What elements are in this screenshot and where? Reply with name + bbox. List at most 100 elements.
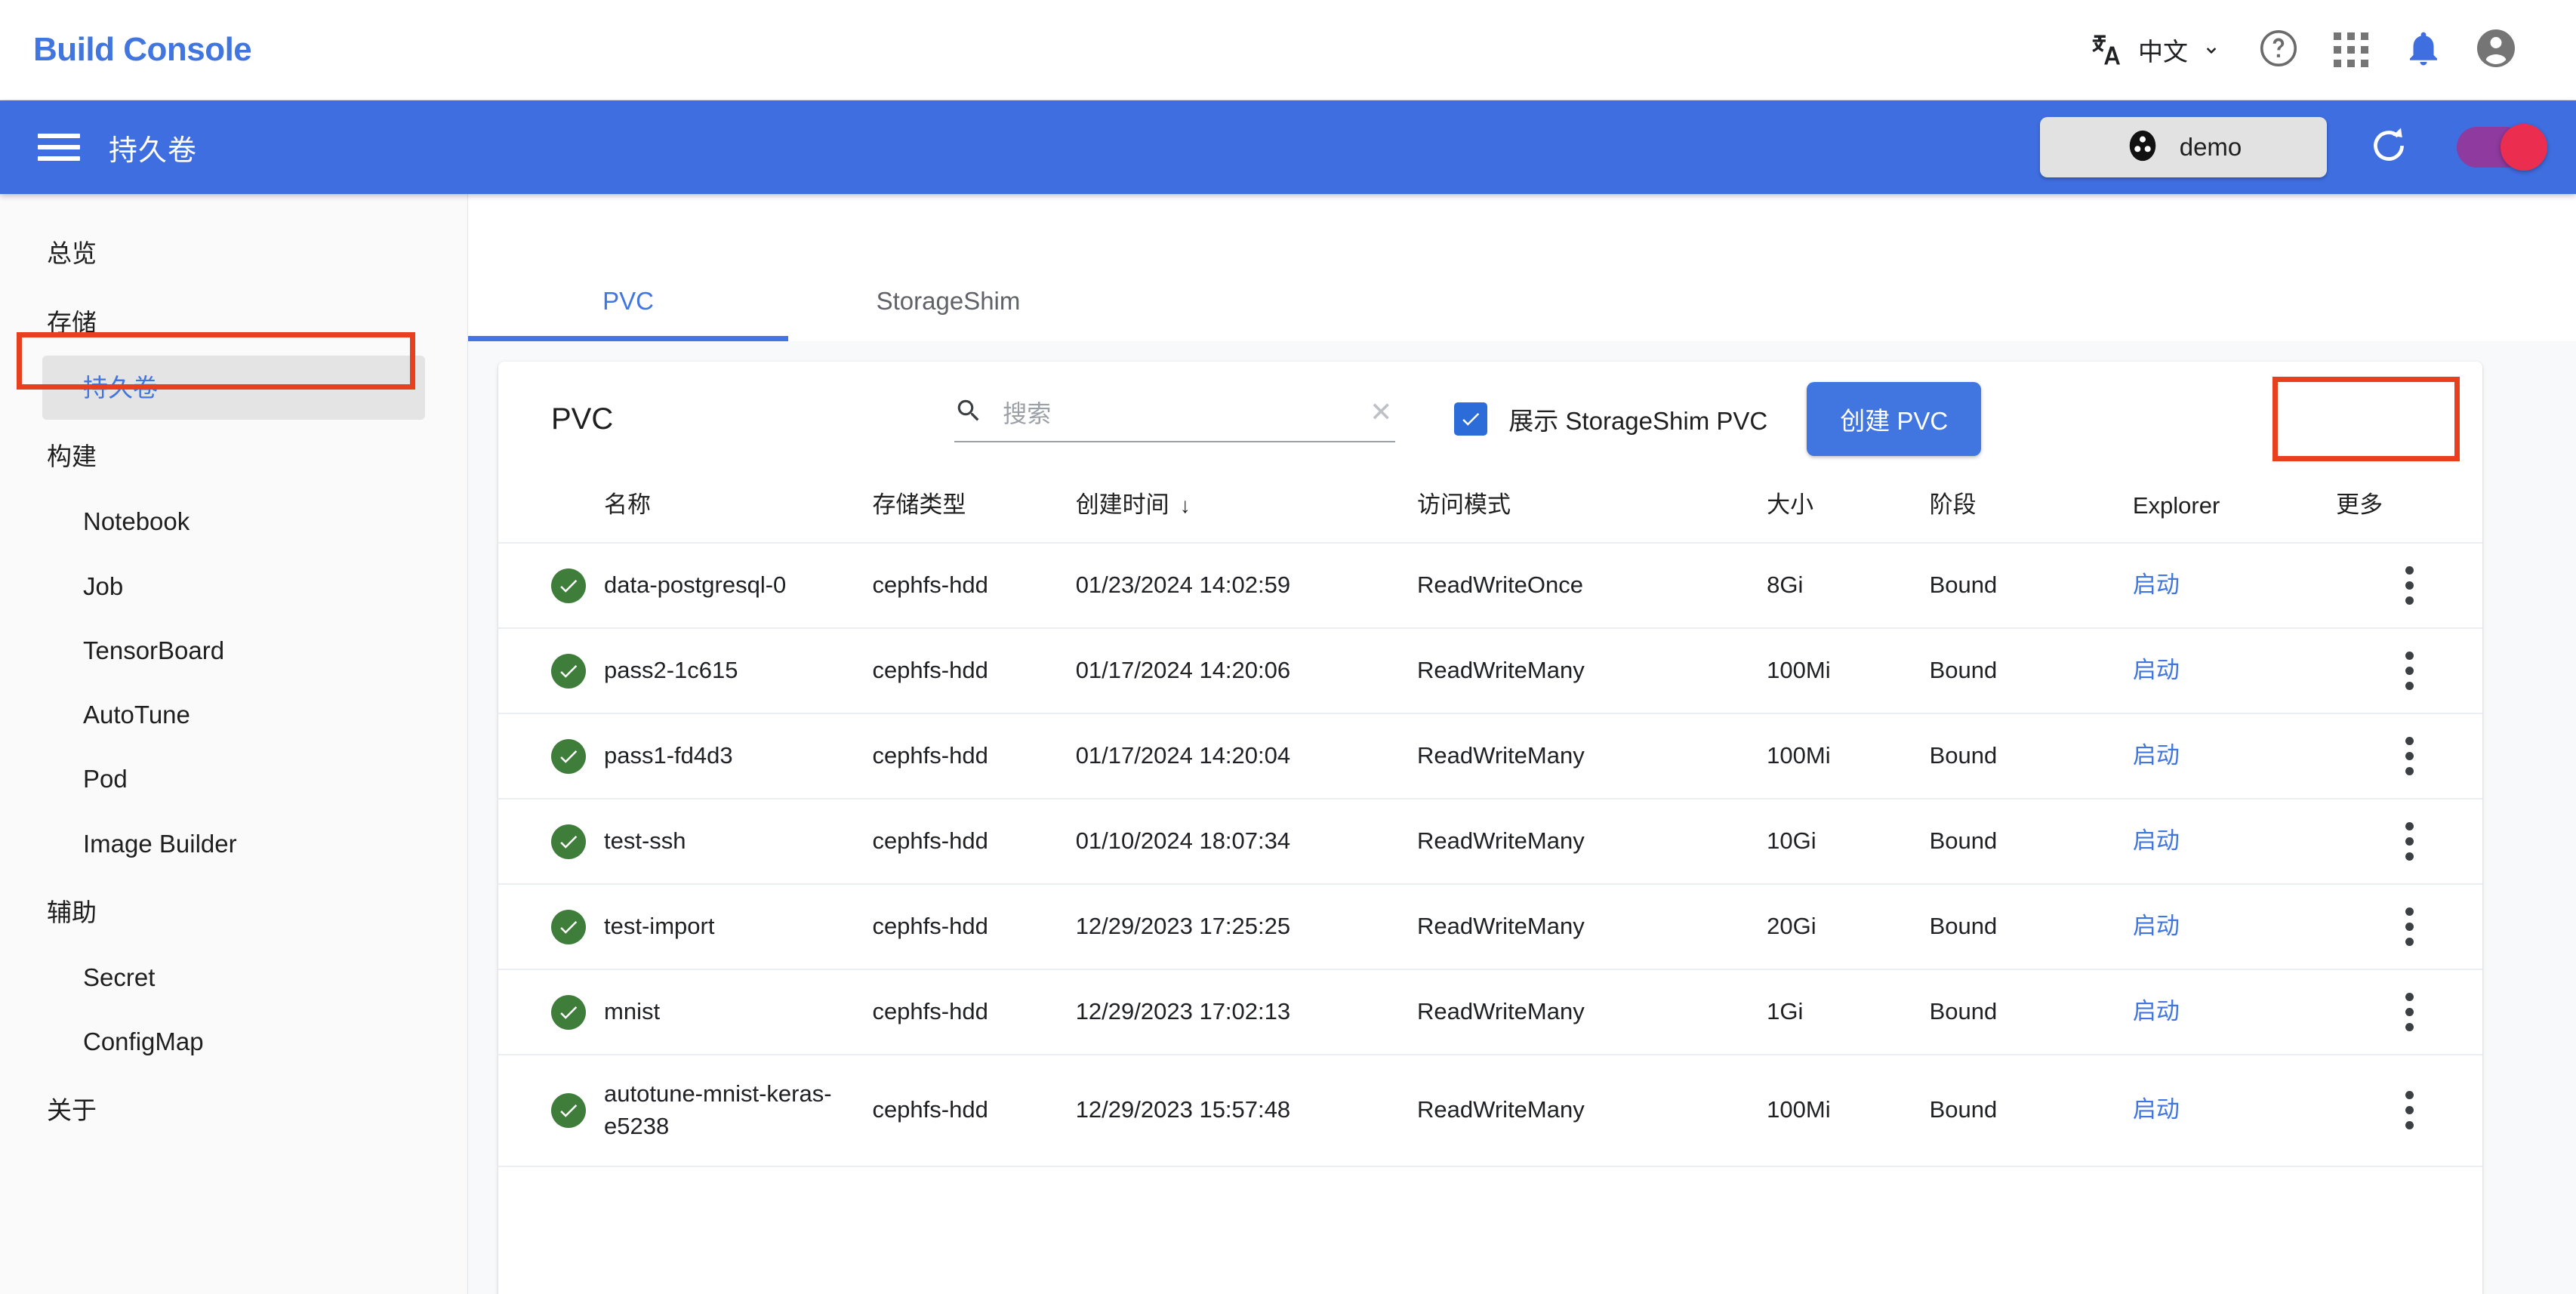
sidebar-item-autotune[interactable]: AutoTune xyxy=(0,682,467,747)
row-more[interactable] xyxy=(2336,628,2482,714)
namespace-selector[interactable]: demo xyxy=(2040,117,2327,177)
explorer-launch-link[interactable]: 启动 xyxy=(2133,742,2180,769)
table-row[interactable]: test-ssh cephfs-hdd 01/10/2024 18:07:34 Rea… xyxy=(498,799,2482,885)
page-toolbar: 持久卷 demo xyxy=(0,100,2576,194)
column-created-time-label: 创建时间 xyxy=(1075,491,1169,518)
row-name[interactable]: test-import xyxy=(604,884,873,970)
row-created-time: 12/29/2023 17:02:13 xyxy=(1075,969,1418,1055)
sidebar-item-job[interactable]: Job xyxy=(0,554,467,618)
row-explorer[interactable]: 启动 xyxy=(2132,713,2337,800)
row-access-mode: ReadWriteOnce xyxy=(1417,543,1767,629)
translate-icon xyxy=(2087,30,2126,69)
row-explorer[interactable]: 启动 xyxy=(2132,543,2337,629)
sidebar-item-persistent-volume[interactable]: 持久卷 xyxy=(42,356,425,421)
row-phase: Bound xyxy=(1929,1055,2133,1167)
table-row[interactable]: pass2-1c615 cephfs-hdd 01/17/2024 14:20:06… xyxy=(498,628,2482,714)
column-name[interactable]: 名称 xyxy=(604,476,873,544)
search-input[interactable]: 搜索 xyxy=(1003,395,1350,430)
column-size[interactable]: 大小 xyxy=(1767,476,1930,544)
row-explorer[interactable]: 启动 xyxy=(2132,1055,2337,1167)
sidebar-item-image-builder[interactable]: Image Builder xyxy=(0,812,467,876)
more-vertical-icon[interactable] xyxy=(2336,737,2482,775)
sidebar-item-tensorboard[interactable]: TensorBoard xyxy=(0,618,467,682)
more-vertical-icon[interactable] xyxy=(2336,566,2482,605)
row-more[interactable] xyxy=(2336,969,2482,1055)
more-vertical-icon[interactable] xyxy=(2336,907,2482,946)
apps-grid-icon xyxy=(2334,32,2368,67)
sidebar-item-pod[interactable]: Pod xyxy=(0,747,467,811)
explorer-launch-link[interactable]: 启动 xyxy=(2133,657,2180,683)
row-name[interactable]: pass2-1c615 xyxy=(604,628,873,714)
explorer-launch-link[interactable]: 启动 xyxy=(2133,913,2180,939)
status-ready-icon xyxy=(551,568,586,603)
sidebar-group-about[interactable]: 关于 xyxy=(0,1074,467,1143)
row-storage-class: cephfs-hdd xyxy=(872,543,1076,629)
row-name[interactable]: pass1-fd4d3 xyxy=(604,713,873,800)
row-access-mode: ReadWriteMany xyxy=(1417,713,1767,800)
tab-pvc[interactable]: PVC xyxy=(468,287,788,341)
create-pvc-button[interactable]: 创建 PVC xyxy=(1807,382,1982,456)
show-storageshim-checkbox[interactable]: 展示 StorageShim PVC xyxy=(1454,401,1767,437)
more-vertical-icon[interactable] xyxy=(2336,993,2482,1031)
row-more[interactable] xyxy=(2336,884,2482,970)
help-button[interactable] xyxy=(2242,14,2315,86)
row-name[interactable]: autotune-mnist-keras-e5238 xyxy=(604,1055,873,1167)
row-storage-class: cephfs-hdd xyxy=(872,969,1076,1055)
explorer-launch-link[interactable]: 启动 xyxy=(2133,572,2180,598)
language-selector[interactable]: 中文 xyxy=(2087,30,2242,69)
more-vertical-icon[interactable] xyxy=(2336,1091,2482,1130)
table-row[interactable]: data-postgresql-0 cephfs-hdd 01/23/2024 14… xyxy=(498,543,2482,629)
row-explorer[interactable]: 启动 xyxy=(2132,969,2337,1055)
row-phase: Bound xyxy=(1929,543,2133,629)
card-toolbar: PVC 搜索 ✕ 展示 StorageShim PVC 创建 PVC xyxy=(498,362,2482,476)
page-title: 持久卷 xyxy=(109,134,198,167)
account-button[interactable] xyxy=(2460,14,2532,86)
column-access-mode[interactable]: 访问模式 xyxy=(1417,476,1767,544)
account-circle-icon xyxy=(2473,26,2519,75)
sidebar-item-configmap[interactable]: ConfigMap xyxy=(0,1009,467,1074)
tab-storageshim[interactable]: StorageShim xyxy=(788,287,1108,341)
row-more[interactable] xyxy=(2336,799,2482,885)
row-phase: Bound xyxy=(1929,713,2133,800)
row-explorer[interactable]: 启动 xyxy=(2132,628,2337,714)
table-row[interactable]: test-import cephfs-hdd 12/29/2023 17:25:25… xyxy=(498,884,2482,970)
column-phase[interactable]: 阶段 xyxy=(1929,476,2133,544)
close-icon[interactable]: ✕ xyxy=(1370,399,1395,426)
more-vertical-icon[interactable] xyxy=(2336,822,2482,861)
checkbox-label: 展示 StorageShim PVC xyxy=(1508,407,1768,435)
notifications-button[interactable] xyxy=(2387,14,2460,86)
more-vertical-icon[interactable] xyxy=(2336,652,2482,690)
row-created-time: 01/10/2024 18:07:34 xyxy=(1075,799,1418,885)
row-name[interactable]: mnist xyxy=(604,969,873,1055)
column-storage-class[interactable]: 存储类型 xyxy=(872,476,1076,544)
row-access-mode: ReadWriteMany xyxy=(1417,969,1767,1055)
row-access-mode: ReadWriteMany xyxy=(1417,1055,1767,1167)
refresh-button[interactable] xyxy=(2366,123,2411,172)
sidebar-item-overview[interactable]: 总览 xyxy=(0,217,467,286)
row-explorer[interactable]: 启动 xyxy=(2132,884,2337,970)
status-ready-icon xyxy=(551,824,586,859)
sidebar-item-notebook[interactable]: Notebook xyxy=(0,489,467,553)
row-more[interactable] xyxy=(2336,1055,2482,1167)
table-row[interactable]: pass1-fd4d3 cephfs-hdd 01/17/2024 14:20:04… xyxy=(498,713,2482,800)
hamburger-menu-icon[interactable] xyxy=(38,134,80,161)
row-status xyxy=(498,713,605,800)
search-field[interactable]: 搜索 ✕ xyxy=(954,395,1396,442)
row-created-time: 12/29/2023 15:57:48 xyxy=(1075,1055,1418,1167)
column-explorer: Explorer xyxy=(2132,476,2337,544)
explorer-launch-link[interactable]: 启动 xyxy=(2133,827,2180,854)
explorer-launch-link[interactable]: 启动 xyxy=(2133,998,2180,1024)
row-name[interactable]: data-postgresql-0 xyxy=(604,543,873,629)
row-name[interactable]: test-ssh xyxy=(604,799,873,885)
theme-toggle[interactable] xyxy=(2457,124,2547,171)
sidebar-item-secret[interactable]: Secret xyxy=(0,945,467,1009)
column-created-time[interactable]: 创建时间 ↓ xyxy=(1075,476,1418,544)
table-row[interactable]: autotune-mnist-keras-e5238 cephfs-hdd 12/2… xyxy=(498,1055,2482,1167)
row-more[interactable] xyxy=(2336,713,2482,800)
apps-button[interactable] xyxy=(2315,14,2387,86)
explorer-launch-link[interactable]: 启动 xyxy=(2133,1096,2180,1123)
row-phase: Bound xyxy=(1929,799,2133,885)
table-row[interactable]: mnist cephfs-hdd 12/29/2023 17:02:13 ReadWr… xyxy=(498,969,2482,1055)
row-more[interactable] xyxy=(2336,543,2482,629)
row-explorer[interactable]: 启动 xyxy=(2132,799,2337,885)
